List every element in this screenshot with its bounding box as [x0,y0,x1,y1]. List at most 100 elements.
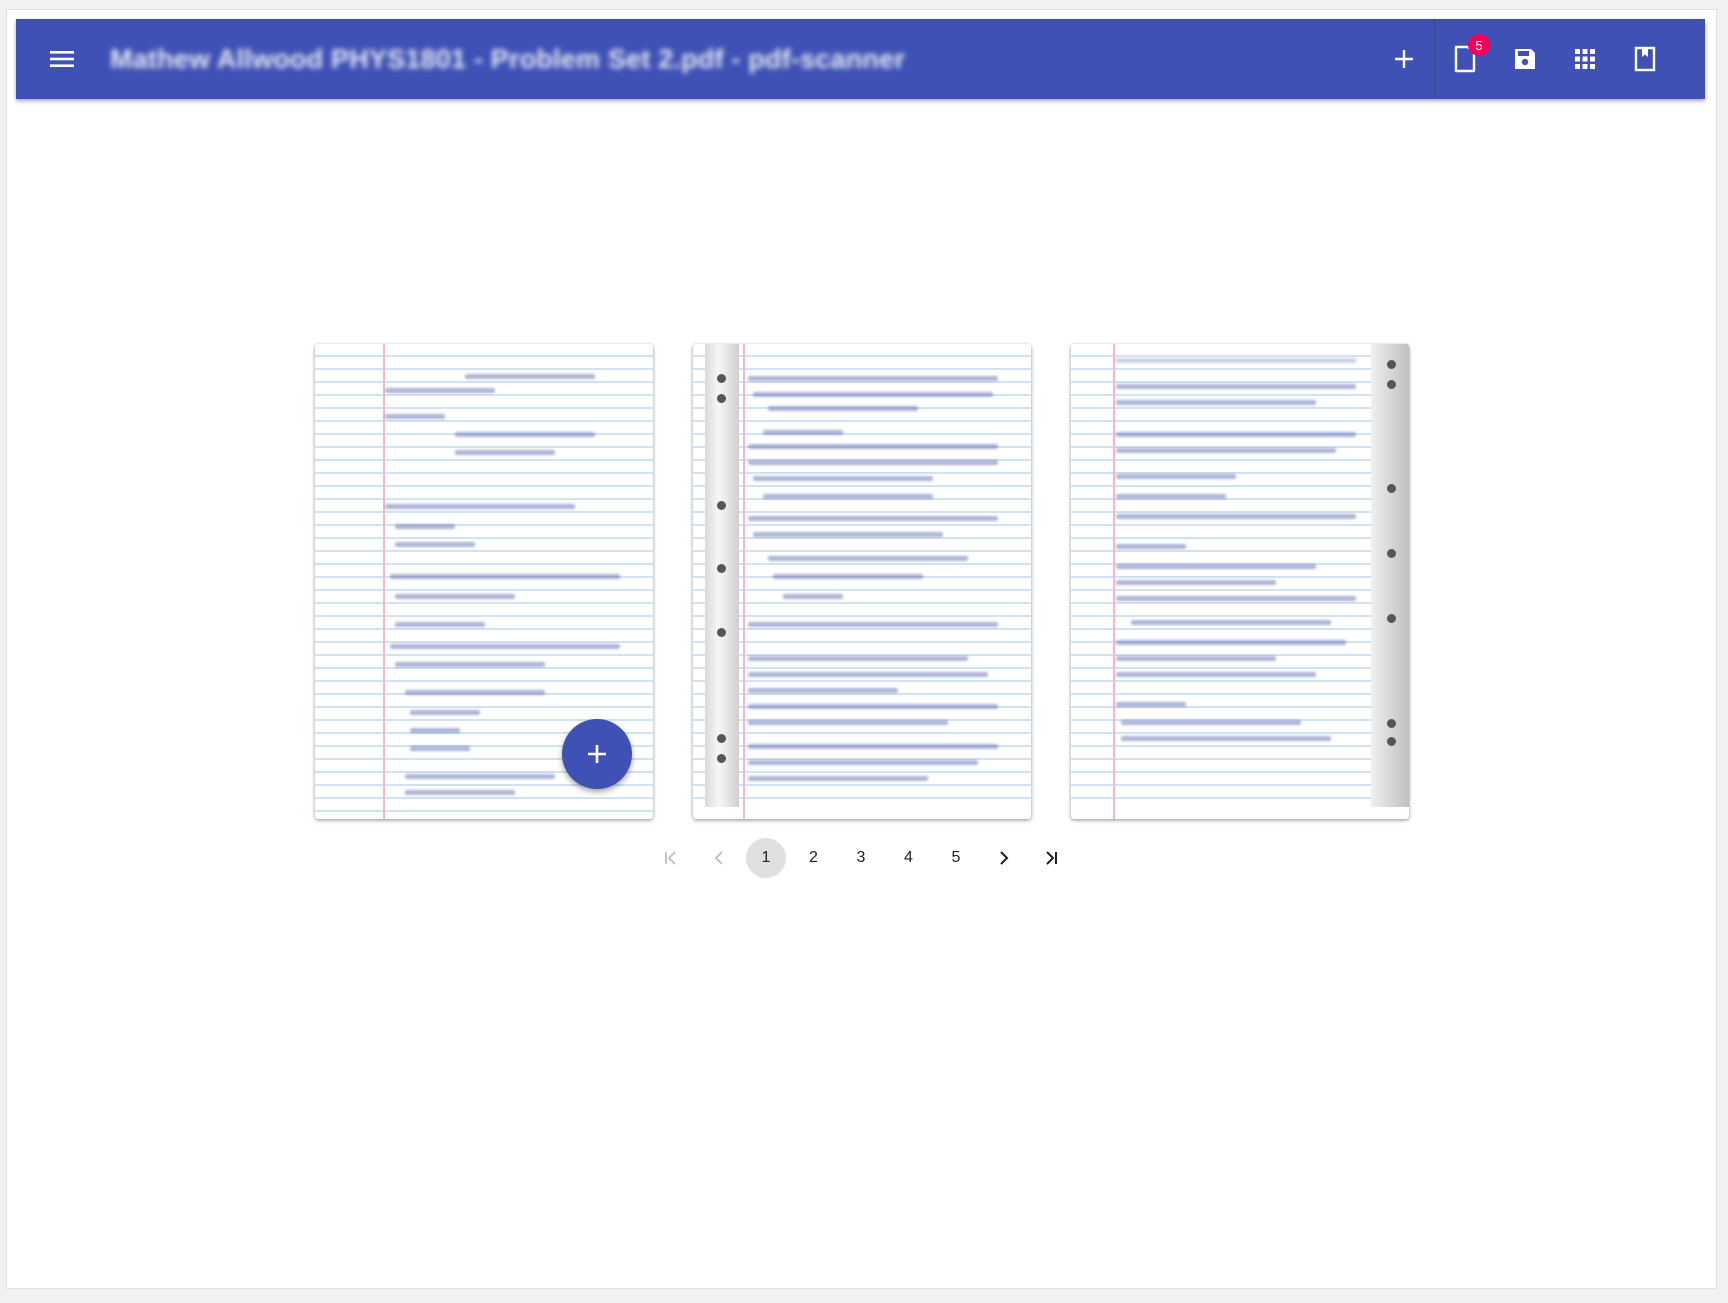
handwriting [405,690,545,695]
handwriting [748,688,898,693]
handwriting [395,622,485,627]
bookmark-button[interactable] [1615,29,1675,89]
handwriting [455,450,555,455]
handwriting [768,556,968,561]
page-button-5[interactable]: 5 [936,838,976,878]
page-button-3[interactable]: 3 [841,838,881,878]
save-button[interactable] [1495,29,1555,89]
handwriting [455,432,595,437]
document-title: Mathew Allwood PHYS1801 - Problem Set 2.… [110,43,906,74]
handwriting [410,710,480,715]
handwriting [768,406,918,411]
handwriting [748,704,998,709]
handwriting [748,672,988,677]
page-thumbnail-3[interactable] [1071,344,1409,819]
page-button-2[interactable]: 2 [794,838,834,878]
last-page-button[interactable] [1031,838,1071,878]
handwriting [405,774,555,779]
handwriting [1116,656,1276,661]
binder-hole [1387,719,1396,728]
app-bar: Mathew Allwood PHYS1801 - Problem Set 2.… [16,19,1705,99]
first-page-icon [665,851,676,865]
handwriting [1116,514,1356,519]
binder-hole [1387,360,1396,369]
handwriting [1116,400,1316,405]
handwriting [763,430,843,435]
toolbar-actions: 5 [1374,19,1705,99]
handwriting [748,444,998,449]
handwriting [1116,358,1356,363]
menu-icon [50,51,74,67]
handwriting [1116,580,1276,585]
handwriting [410,728,460,733]
binder-hole [1387,484,1396,493]
handwriting [753,476,933,481]
handwriting [1116,702,1186,707]
binder-hole [717,754,726,763]
binder-hole [717,734,726,743]
bookmark-icon [1634,46,1656,72]
menu-button[interactable] [38,35,86,83]
handwriting [1116,564,1316,569]
binder-hole [717,628,726,637]
previous-page-button[interactable] [699,838,739,878]
handwriting [1116,432,1356,437]
last-page-icon [1046,851,1057,865]
binder-hole [717,501,726,510]
handwriting [410,746,470,751]
page-button-4[interactable]: 4 [889,838,929,878]
page-thumbnails [315,344,1409,819]
add-page-button[interactable] [1374,29,1434,89]
handwriting [1131,620,1331,625]
handwriting [1116,494,1226,499]
handwriting [753,532,943,537]
handwriting [763,494,933,499]
handwriting [748,720,948,725]
binder-hole [1387,737,1396,746]
binder-hole [1387,614,1396,623]
handwriting [748,376,998,381]
add-page-fab[interactable] [562,719,632,789]
handwriting [748,744,998,749]
binder-hole [1387,549,1396,558]
documents-button[interactable]: 5 [1435,29,1495,89]
handwriting [390,574,620,579]
save-icon [1515,49,1535,69]
handwriting [1116,640,1346,645]
handwriting [1116,544,1186,549]
handwriting [1116,596,1356,601]
page-button-1[interactable]: 1 [746,838,786,878]
page-margin-line [743,344,745,819]
page-margin-line [1113,344,1115,819]
page-thumbnail-2[interactable] [693,344,1031,819]
pagination: 1 2 3 4 5 [651,838,1079,878]
handwriting [395,524,455,529]
add-icon [1395,50,1413,68]
binder-hole [717,394,726,403]
grid-view-icon [1575,49,1595,69]
handwriting [1116,672,1316,677]
handwriting [748,622,998,627]
first-page-button[interactable] [651,838,691,878]
handwriting [1121,736,1331,741]
handwriting [405,790,515,795]
handwriting [390,644,620,649]
handwriting [1116,474,1236,479]
add-icon [588,745,606,763]
binder-hole [717,564,726,573]
chevron-right-icon [999,851,1008,865]
handwriting [748,516,998,521]
next-page-button[interactable] [984,838,1024,878]
handwriting [385,504,575,509]
handwriting [385,414,445,419]
handwriting [748,760,978,765]
documents-count-badge: 5 [1468,34,1490,56]
handwriting [1121,720,1301,725]
handwriting [748,460,998,465]
handwriting [1116,448,1336,453]
handwriting [753,392,993,397]
handwriting [773,574,923,579]
grid-view-button[interactable] [1555,29,1615,89]
handwriting [395,542,475,547]
binder-hole [717,374,726,383]
